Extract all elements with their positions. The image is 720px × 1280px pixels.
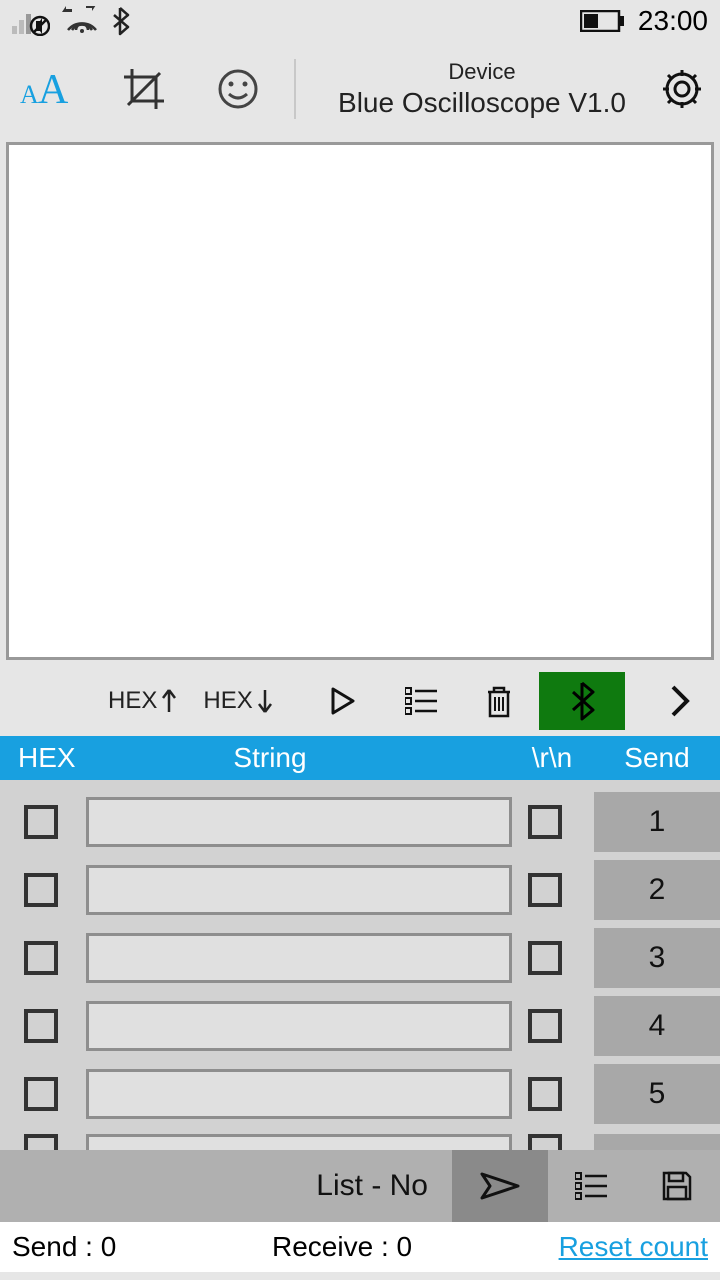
font-size-icon[interactable]: A A	[20, 67, 72, 111]
status-bar: 23:00	[0, 0, 720, 42]
hex-checkbox[interactable]	[24, 1077, 58, 1111]
save-icon[interactable]	[634, 1150, 720, 1222]
trash-icon[interactable]	[467, 666, 531, 736]
device-label: Device	[310, 59, 654, 85]
string-input[interactable]	[86, 1134, 512, 1150]
clock: 23:00	[638, 5, 708, 37]
send-button[interactable]: 4	[594, 996, 720, 1056]
col-crlf: \r\n	[510, 742, 594, 774]
send-button[interactable]: 1	[594, 792, 720, 852]
hex-checkbox[interactable]	[24, 941, 58, 975]
crlf-checkbox[interactable]	[528, 941, 562, 975]
settings-gear-icon[interactable]	[659, 66, 705, 112]
send-button[interactable]	[594, 1134, 720, 1150]
send-row: 2	[0, 856, 720, 924]
string-input[interactable]	[86, 933, 512, 983]
crlf-checkbox[interactable]	[528, 1134, 562, 1150]
terminal-output[interactable]	[6, 142, 714, 660]
send-row: 5	[0, 1060, 720, 1128]
bottom-action-bar: List - No	[0, 1150, 720, 1222]
send-count: Send : 0	[12, 1231, 242, 1263]
send-row: 4	[0, 992, 720, 1060]
hex-checkbox[interactable]	[24, 1134, 58, 1150]
send-arrow-button[interactable]	[452, 1150, 548, 1222]
send-row: 3	[0, 924, 720, 992]
send-row: 1	[0, 788, 720, 856]
string-input[interactable]	[86, 1069, 512, 1119]
bluetooth-connect-button[interactable]	[539, 672, 625, 730]
crlf-checkbox[interactable]	[528, 805, 562, 839]
col-string: String	[90, 742, 510, 774]
mid-toolbar: HEX HEX	[0, 666, 720, 736]
string-input[interactable]	[86, 1001, 512, 1051]
column-header-row: HEX String \r\n Send	[0, 736, 720, 780]
hex-up-button[interactable]: HEX	[100, 687, 185, 715]
send-button[interactable]: 3	[594, 928, 720, 988]
send-button[interactable]: 5	[594, 1064, 720, 1124]
svg-text:A: A	[38, 67, 69, 111]
hex-checkbox[interactable]	[24, 805, 58, 839]
hex-down-button[interactable]: HEX	[195, 687, 280, 715]
string-input[interactable]	[86, 865, 512, 915]
device-info[interactable]: Device Blue Oscilloscope V1.0	[310, 59, 654, 119]
battery-icon	[580, 10, 624, 32]
crlf-checkbox[interactable]	[528, 873, 562, 907]
send-rows: 1 2 3 4 5	[0, 780, 720, 1150]
receive-count: Receive : 0	[242, 1231, 559, 1263]
col-send: Send	[594, 742, 720, 774]
signal-mute-icon	[12, 6, 50, 36]
list-details-icon[interactable]	[389, 666, 453, 736]
app-toolbar: A A Device Blue Oscilloscope V1.0	[0, 42, 720, 136]
reset-count-link[interactable]: Reset count	[559, 1231, 708, 1263]
hex-checkbox[interactable]	[24, 1009, 58, 1043]
string-input[interactable]	[86, 797, 512, 847]
list-view-icon[interactable]	[548, 1150, 634, 1222]
crop-icon[interactable]	[122, 67, 166, 111]
bluetooth-icon	[110, 6, 130, 36]
play-icon[interactable]	[311, 666, 375, 736]
crlf-checkbox[interactable]	[528, 1077, 562, 1111]
col-hex: HEX	[0, 742, 90, 774]
smiley-icon[interactable]	[216, 67, 260, 111]
send-row	[0, 1128, 720, 1150]
svg-text:A: A	[20, 80, 39, 109]
device-name: Blue Oscilloscope V1.0	[310, 87, 654, 119]
footer-counts: Send : 0 Receive : 0 Reset count	[0, 1222, 720, 1272]
wifi-arrows-icon	[60, 6, 100, 36]
hex-checkbox[interactable]	[24, 873, 58, 907]
list-mode-label[interactable]: List - No	[0, 1169, 452, 1203]
chevron-right-icon[interactable]	[644, 666, 716, 736]
toolbar-divider	[294, 59, 296, 119]
crlf-checkbox[interactable]	[528, 1009, 562, 1043]
send-button[interactable]: 2	[594, 860, 720, 920]
